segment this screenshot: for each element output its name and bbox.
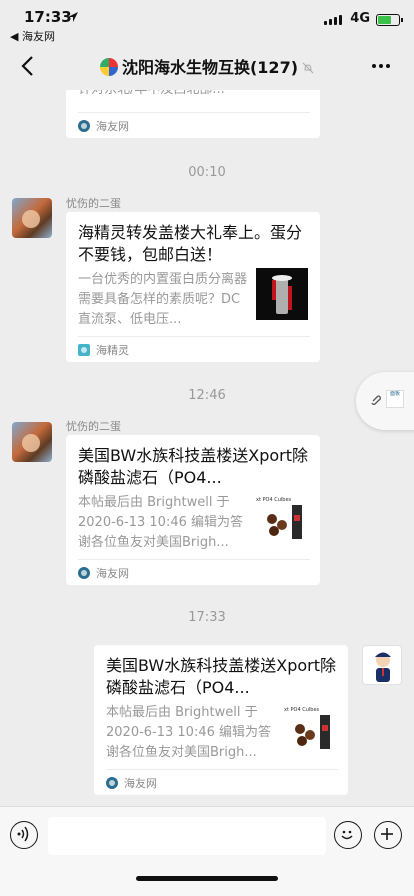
sender-name: 忧伤的二蛋 <box>66 197 121 210</box>
floating-window-tab[interactable]: 面板 <box>356 372 414 430</box>
voice-button[interactable] <box>10 821 38 849</box>
card-desc: 针对东北/华中及西北部... <box>78 90 248 100</box>
card-thumbnail: xt PO4 Culbes <box>256 493 308 545</box>
timestamp: 00:10 <box>188 165 226 180</box>
card-thumbnail: xt PO4 Culbes <box>284 703 336 755</box>
link-card-partial[interactable]: 针对东北/华中及西北部... 海友网 <box>66 90 320 138</box>
link-card[interactable]: 海精灵转发盖楼大礼奉上。蛋分不要钱，包邮白送！ 一台优秀的内置蛋白质分离器需要具… <box>66 212 320 362</box>
chat-title-text: 沈阳海水生物互换(127) <box>121 58 299 77</box>
panel-thumbnail-label: 面板 <box>389 391 400 397</box>
plus-icon <box>381 828 393 840</box>
mute-bell-icon <box>302 62 314 74</box>
card-source: 海友网 <box>78 112 310 138</box>
chat-title: 沈阳海水生物互换(127) <box>0 54 414 78</box>
network-type: 4G <box>350 11 370 26</box>
voice-icon <box>17 826 29 842</box>
battery-icon <box>376 14 403 26</box>
card-desc: 本帖最后由 Brightwell 于 2020-6-13 10:46 编辑为答谢… <box>106 705 272 760</box>
card-source-label: 海精灵 <box>96 343 129 357</box>
paperclip-icon <box>371 395 381 405</box>
sender-name: 忧伤的二蛋 <box>66 420 121 433</box>
more-functions-button[interactable] <box>374 821 402 849</box>
thumbnail-label: xt PO4 Culbes <box>284 707 320 713</box>
more-options-button[interactable] <box>372 56 394 76</box>
panel-thumbnail: 面板 <box>386 390 404 408</box>
back-to-app-link[interactable]: ◀ 海友网 <box>10 28 55 44</box>
home-indicator[interactable] <box>136 876 278 881</box>
card-title: 美国BW水族科技盖楼送Xport除磷酸盐滤石（PO4... <box>78 446 308 487</box>
haiyou-logo-icon <box>106 776 118 789</box>
nav-bar: 沈阳海水生物互换(127) <box>0 44 414 90</box>
card-desc: 一台优秀的内置蛋白质分离器需要具备怎样的素质呢？DC直流泵、低电压... <box>78 272 248 327</box>
avatar[interactable] <box>12 422 52 462</box>
message-input[interactable] <box>48 817 326 855</box>
avatar[interactable] <box>12 198 52 238</box>
card-source: 海友网 <box>78 559 310 585</box>
haiyou-logo-icon <box>78 566 90 579</box>
timestamp: 12:46 <box>188 388 226 403</box>
timestamp: 17:33 <box>188 610 226 625</box>
own-avatar[interactable] <box>362 645 402 685</box>
card-source-label: 海友网 <box>96 119 129 133</box>
emoji-button[interactable] <box>334 821 362 849</box>
thumbnail-label: xt PO4 Culbes <box>256 497 292 503</box>
signal-icon <box>324 15 342 25</box>
card-source: 海精灵 <box>78 336 310 362</box>
status-time: 17:33 <box>24 8 72 26</box>
card-source: 海友网 <box>106 769 338 795</box>
card-desc: 本帖最后由 Brightwell 于 2020-6-13 10:46 编辑为答谢… <box>78 495 244 550</box>
card-source-label: 海友网 <box>96 566 129 580</box>
card-thumbnail <box>256 268 308 320</box>
card-source-label: 海友网 <box>124 776 157 790</box>
smiley-icon <box>341 830 353 840</box>
location-arrow-icon <box>68 12 78 22</box>
chat-area[interactable]: 针对东北/华中及西北部... 海友网 00:10 忧伤的二蛋 海精灵转发盖楼大礼… <box>0 90 414 806</box>
card-title: 美国BW水族科技盖楼送Xport除磷酸盐滤石（PO4... <box>106 656 336 697</box>
haijingling-logo-icon <box>78 343 90 356</box>
status-bar: 17:33 ◀ 海友网 4G <box>0 0 414 44</box>
input-bar <box>0 806 414 896</box>
card-title: 海精灵转发盖楼大礼奉上。蛋分不要钱，包邮白送！ <box>78 223 303 264</box>
link-card[interactable]: 美国BW水族科技盖楼送Xport除磷酸盐滤石（PO4... 本帖最后由 Brig… <box>66 435 320 585</box>
haiyou-logo-icon <box>78 119 90 132</box>
link-card[interactable]: 美国BW水族科技盖楼送Xport除磷酸盐滤石（PO4... 本帖最后由 Brig… <box>94 645 348 795</box>
group-logo-icon <box>99 58 118 76</box>
